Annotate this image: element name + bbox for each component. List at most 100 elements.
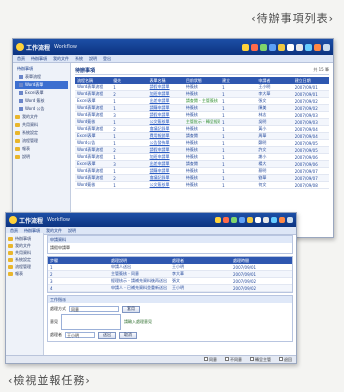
- toolbar-button-icon[interactable]: [314, 43, 321, 51]
- column-header[interactable]: 申請者: [256, 77, 293, 84]
- sidebar-item[interactable]: Word 簽核: [15, 97, 68, 105]
- form-link[interactable]: 出差申請單: [150, 161, 170, 166]
- form-link[interactable]: 請假申請單: [150, 147, 170, 152]
- status-option[interactable]: 不同意: [225, 356, 242, 363]
- checkbox[interactable]: [250, 356, 254, 361]
- toolbar-button-icon[interactable]: [242, 43, 249, 51]
- form-link[interactable]: 公文簽核單: [150, 119, 170, 124]
- checkbox[interactable]: [204, 356, 208, 361]
- menu-item[interactable]: 首頁: [17, 56, 25, 62]
- toolbar-button-icon[interactable]: [269, 43, 276, 51]
- toolbar-button-icon[interactable]: [323, 43, 330, 51]
- sidebar-item[interactable]: 我的文件: [15, 113, 68, 121]
- sidebar-item[interactable]: Excel表單: [15, 89, 68, 97]
- toolbar-button-icon[interactable]: [263, 217, 269, 223]
- table-row[interactable]: Word表單流程 2 會議記錄單 待簽核 1 劉華 2007/09/07: [75, 174, 329, 182]
- status-option[interactable]: 同意: [204, 356, 217, 363]
- sidebar-item[interactable]: 系統設定: [15, 129, 68, 137]
- sidebar-item[interactable]: 報表: [15, 145, 68, 153]
- toolbar-button-icon[interactable]: [260, 43, 267, 51]
- table-row[interactable]: Word簽核1公文簽核單主管批示 - 轉呈經理核示1吳明2007/09/03: [75, 118, 329, 126]
- form-link[interactable]: 請假申請單: [150, 84, 170, 89]
- form-link[interactable]: 公告發佈單: [150, 140, 170, 145]
- cell-text: 1: [222, 175, 225, 181]
- menu-item[interactable]: 待辦事項: [31, 56, 47, 62]
- cancel-button[interactable]: 取消: [119, 331, 137, 339]
- table-row[interactable]: Word表單流程 2 請假申請單 待簽核 1 許文 2007/09/05: [75, 146, 329, 154]
- send-button[interactable]: 送出: [98, 331, 116, 339]
- sidebar-item[interactable]: 說明: [15, 153, 68, 161]
- sidebar-item[interactable]: Word表單: [15, 81, 68, 89]
- form-link[interactable]: 公文簽核單: [150, 182, 170, 187]
- table-row[interactable]: Word表單流程 2 加班申請單 待簽核 1 李大華 2007/09/01: [75, 90, 329, 98]
- menu-item[interactable]: 登出: [103, 56, 111, 62]
- sidebar-item[interactable]: 系統設定: [8, 256, 41, 263]
- table-row[interactable]: Word公告 1 公告發佈單 待簽核 1 鄭明 2007/09/05: [75, 139, 329, 147]
- column-header[interactable]: 優先: [111, 77, 148, 84]
- table-cell: 2007/09/04: [292, 132, 329, 140]
- sidebar-item[interactable]: 待辦事項: [8, 235, 41, 242]
- sidebar-item[interactable]: 流程管理: [8, 263, 41, 270]
- toolbar-button-icon[interactable]: [251, 43, 258, 51]
- toolbar-button-icon[interactable]: [278, 43, 285, 51]
- cell-text: 2007/09/03: [294, 112, 318, 118]
- menu-item[interactable]: 說明: [89, 56, 97, 62]
- cell-text: 1: [113, 98, 116, 104]
- toolbar-button-icon[interactable]: [231, 217, 237, 223]
- toolbar-button-icon[interactable]: [287, 43, 294, 51]
- form-link[interactable]: 會議記錄單: [150, 126, 170, 131]
- toolbar-button-icon[interactable]: [279, 217, 285, 223]
- form-link[interactable]: 加班申請單: [150, 91, 170, 96]
- sidebar-item[interactable]: Word 公告: [15, 105, 68, 113]
- table-row[interactable]: Word表單流程 3 請假申請單 待簽核 1 林志 2007/09/03: [75, 111, 329, 119]
- table-row[interactable]: Word表單流程 1 請購申請單 待簽核 1 蔡明 2007/09/07: [75, 167, 329, 175]
- sidebar-item[interactable]: 流程管理: [15, 137, 68, 145]
- column-header[interactable]: 建立: [220, 77, 257, 84]
- toolbar-button-icon[interactable]: [223, 217, 229, 223]
- table-row[interactable]: Excel表單 3 出差申請單 請查閱 1 楊大 2007/09/06: [75, 160, 329, 168]
- toolbar-button-icon[interactable]: [215, 217, 221, 223]
- checkbox[interactable]: [225, 356, 229, 361]
- form-link[interactable]: 請購申請單: [150, 105, 170, 110]
- table-row[interactable]: Word表單流程 1 請購申請單 待簽核 1 陳美 2007/09/02: [75, 104, 329, 112]
- table-row[interactable]: Excel表單 1 出差申請單 請查閱 - 主管簽核 1 張文 2007/09/02: [75, 97, 329, 105]
- table-row[interactable]: Word表單流程 2 會議記錄單 待簽核 1 黃小 2007/09/04: [75, 125, 329, 133]
- menu-item[interactable]: 我的文件: [53, 56, 69, 62]
- menu-item[interactable]: 系統: [75, 56, 83, 62]
- toolbar-button-icon[interactable]: [247, 217, 253, 223]
- table-row[interactable]: Word簽核 1 公文簽核單 待簽核 1 何文 2007/09/08: [75, 181, 329, 189]
- opinion-textarea[interactable]: [61, 314, 121, 330]
- sidebar-item[interactable]: 我的文件: [8, 242, 41, 249]
- form-link[interactable]: 會議記錄單: [150, 175, 170, 180]
- column-header[interactable]: 流程名稱: [75, 77, 112, 84]
- sidebar-item[interactable]: 共用資料: [8, 249, 41, 256]
- toolbar-button-icon[interactable]: [255, 217, 261, 223]
- status-option[interactable]: 轉呈主管: [250, 356, 271, 363]
- form-link[interactable]: 請假申請單: [150, 112, 170, 117]
- sidebar-item[interactable]: 表單流程: [15, 73, 68, 81]
- form-link[interactable]: 費用報銷單: [150, 133, 170, 138]
- sidebar-item[interactable]: 共用資料: [15, 121, 68, 129]
- toolbar-button-icon[interactable]: [287, 217, 293, 223]
- status-option-label: 退回: [284, 356, 292, 362]
- table-cell: 1: [111, 153, 148, 161]
- user-field[interactable]: 王小明: [65, 332, 95, 338]
- toolbar-button-icon[interactable]: [296, 43, 303, 51]
- assign-select[interactable]: 同意: [69, 306, 119, 312]
- status-option[interactable]: 退回: [279, 356, 292, 363]
- column-header[interactable]: 目前狀態: [183, 77, 221, 84]
- table-row[interactable]: Excel表單 1 費用報銷單 請查閱 1 周華 2007/09/04: [75, 132, 329, 140]
- cell-text: Word簽核: [77, 119, 96, 124]
- toolbar-button-icon[interactable]: [271, 217, 277, 223]
- form-link[interactable]: 出差申請單: [150, 98, 170, 103]
- sidebar-item[interactable]: 報表: [8, 270, 41, 277]
- form-link[interactable]: 請購申請單: [150, 168, 170, 173]
- apply-button[interactable]: 套用: [122, 305, 140, 313]
- table-row[interactable]: Word表單流程 1 加班申請單 待簽核 1 謝小 2007/09/06: [75, 153, 329, 161]
- column-header[interactable]: 表單名稱: [147, 77, 184, 84]
- toolbar-button-icon[interactable]: [239, 217, 245, 223]
- checkbox[interactable]: [279, 356, 283, 361]
- form-link[interactable]: 加班申請單: [150, 154, 170, 159]
- column-header[interactable]: 建立日期: [292, 77, 329, 84]
- toolbar-button-icon[interactable]: [305, 43, 312, 51]
